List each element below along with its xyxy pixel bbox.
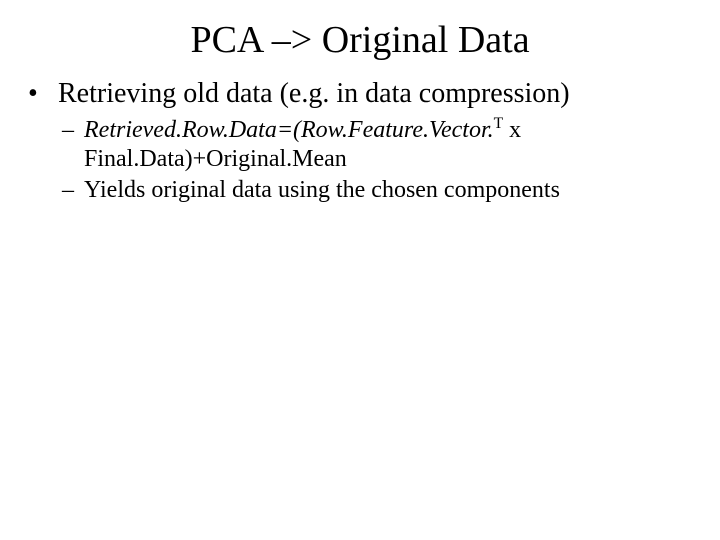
formula-text: Retrieved.Row.Data=(Row.Feature.Vector.T… — [84, 116, 696, 174]
slide-body: • Retrieving old data (e.g. in data comp… — [0, 72, 720, 205]
bullet-marker: • — [24, 78, 58, 110]
bullet-text: Retrieving old data (e.g. in data compre… — [58, 78, 696, 110]
slide-title: PCA –> Original Data — [0, 0, 720, 72]
slide: PCA –> Original Data • Retrieving old da… — [0, 0, 720, 540]
sub-bullet-marker: – — [62, 176, 84, 205]
formula-part1: Retrieved.Row.Data=(Row.Feature.Vector. — [84, 117, 494, 143]
formula-superscript: T — [494, 115, 504, 132]
sub-bullet-marker: – — [62, 116, 84, 174]
sub-bullet-item: – Yields original data using the chosen … — [24, 176, 696, 205]
bullet-item: • Retrieving old data (e.g. in data comp… — [24, 78, 696, 110]
sub-bullet-formula: – Retrieved.Row.Data=(Row.Feature.Vector… — [24, 116, 696, 174]
sub-bullet-text: Yields original data using the chosen co… — [84, 176, 696, 205]
